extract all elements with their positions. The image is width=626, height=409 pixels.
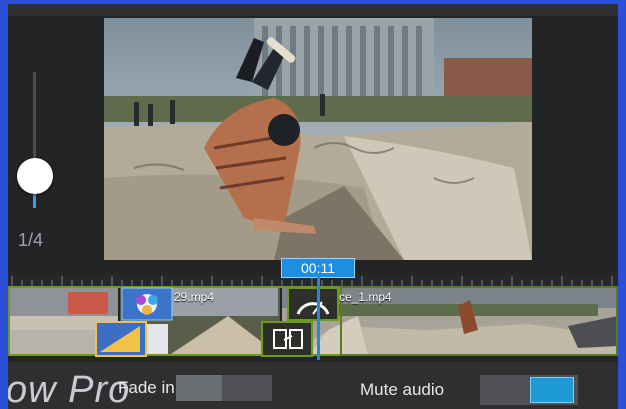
zoom-level-label: 1/4 [18, 230, 44, 250]
timeline-track[interactable] [8, 286, 618, 358]
speed-gauge-icon[interactable] [287, 287, 339, 321]
mute-audio-toggle[interactable] [480, 375, 578, 405]
video-editor: 1/4 00:11 29.mp4 ce_1.mp4 Fade in Mute a… [8, 4, 618, 409]
playhead[interactable] [317, 274, 320, 360]
fade-in-toggle-knob [176, 375, 222, 401]
top-strip [8, 4, 618, 16]
transition-wipe-icon[interactable] [95, 321, 147, 357]
split-clip-icon[interactable] [261, 321, 313, 357]
mute-audio-label: Mute audio [360, 380, 445, 399]
zoom-slider-knob[interactable] [17, 158, 53, 194]
clip-name-label-2: ce_1.mp4 [339, 290, 392, 304]
video-preview[interactable] [104, 18, 532, 260]
mute-audio-toggle-knob [530, 377, 574, 403]
clip-name-label-1: 29.mp4 [174, 290, 215, 304]
app-watermark: ow Pro [8, 369, 131, 409]
transition-photo-icon[interactable] [121, 287, 173, 321]
preview-frame-image [104, 18, 532, 260]
fade-in-toggle[interactable] [176, 375, 272, 401]
